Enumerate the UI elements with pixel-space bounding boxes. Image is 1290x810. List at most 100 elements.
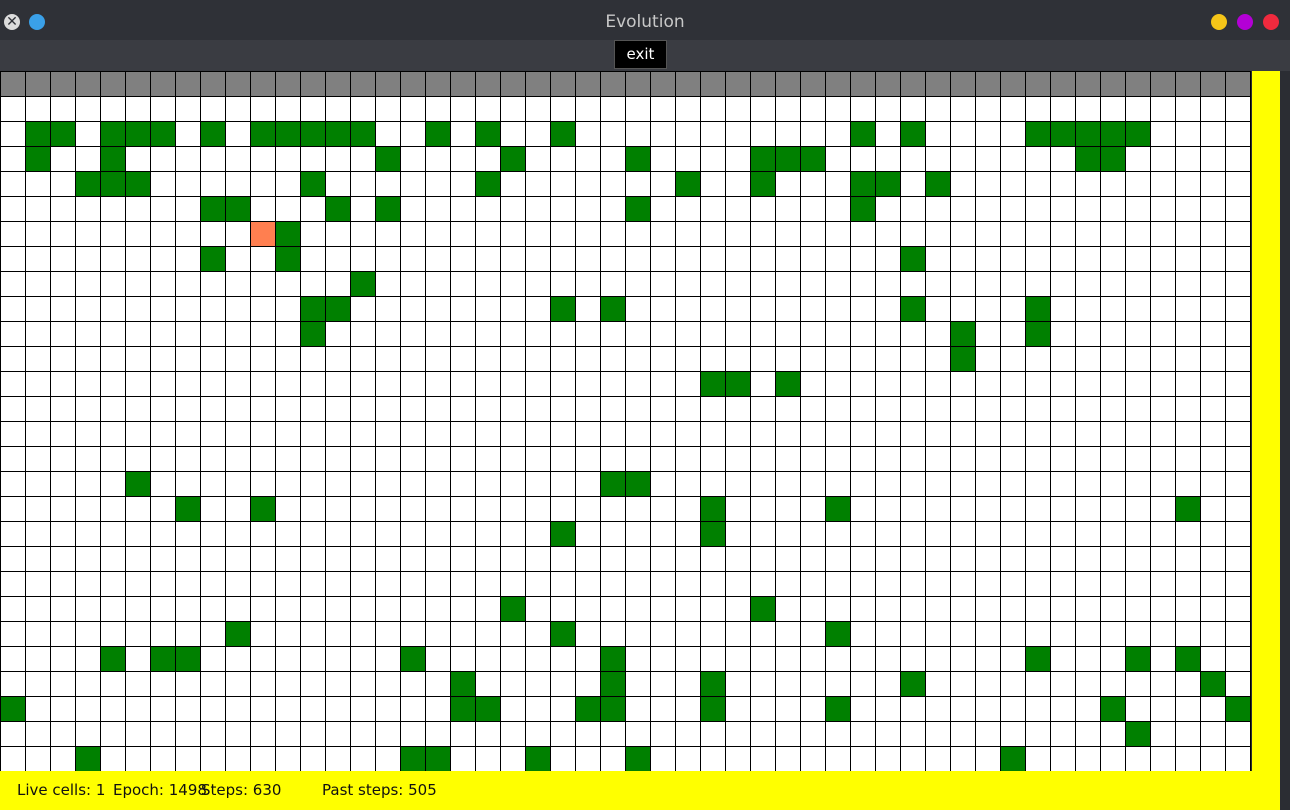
grid-cell[interactable] xyxy=(25,546,51,572)
grid-cell[interactable] xyxy=(350,696,376,722)
grid-cell[interactable] xyxy=(925,296,951,322)
grid-cell[interactable] xyxy=(400,721,426,747)
grid-cell[interactable] xyxy=(825,421,851,447)
grid-cell[interactable] xyxy=(300,621,326,647)
grid-cell[interactable] xyxy=(350,246,376,272)
grid-cell[interactable] xyxy=(1000,171,1026,197)
live-cell[interactable] xyxy=(950,346,976,372)
live-cell[interactable] xyxy=(300,171,326,197)
grid-cell[interactable] xyxy=(1050,371,1076,397)
grid-cell[interactable] xyxy=(0,171,26,197)
live-cell[interactable] xyxy=(25,146,51,172)
live-cell[interactable] xyxy=(625,146,651,172)
live-cell[interactable] xyxy=(550,621,576,647)
grid-cell[interactable] xyxy=(775,646,801,672)
grid-cell[interactable] xyxy=(600,346,626,372)
grid-cell[interactable] xyxy=(1175,671,1201,697)
grid-cell[interactable] xyxy=(0,521,26,547)
grid-cell[interactable] xyxy=(1200,621,1226,647)
grid-cell[interactable] xyxy=(925,271,951,297)
grid-cell[interactable] xyxy=(550,671,576,697)
grid-cell[interactable] xyxy=(600,746,626,772)
grid-cell[interactable] xyxy=(750,296,776,322)
grid-cell[interactable] xyxy=(600,371,626,397)
grid-cell[interactable] xyxy=(50,596,76,622)
grid-cell[interactable] xyxy=(500,396,526,422)
grid-cell[interactable] xyxy=(100,746,126,772)
live-cell[interactable] xyxy=(325,196,351,222)
grid-cell[interactable] xyxy=(400,521,426,547)
grid-cell[interactable] xyxy=(250,671,276,697)
grid-cell[interactable] xyxy=(1150,321,1176,347)
grid-cell[interactable] xyxy=(1000,271,1026,297)
grid-cell[interactable] xyxy=(200,446,226,472)
live-cell[interactable] xyxy=(275,121,301,147)
grid-cell[interactable] xyxy=(975,571,1001,597)
grid-cell[interactable] xyxy=(375,121,401,147)
grid-cell[interactable] xyxy=(925,521,951,547)
grid-cell[interactable] xyxy=(850,221,876,247)
grid-cell[interactable] xyxy=(750,646,776,672)
grid-cell[interactable] xyxy=(750,446,776,472)
grid-cell[interactable] xyxy=(950,496,976,522)
grid-cell[interactable] xyxy=(925,346,951,372)
grid-cell[interactable] xyxy=(100,571,126,597)
grid-cell[interactable] xyxy=(550,546,576,572)
grid-cell[interactable] xyxy=(675,571,701,597)
live-cell[interactable] xyxy=(225,621,251,647)
grid-cell[interactable] xyxy=(575,396,601,422)
grid-cell[interactable] xyxy=(950,721,976,747)
grid-cell[interactable] xyxy=(675,671,701,697)
border-cell[interactable] xyxy=(100,71,126,97)
grid-cell[interactable] xyxy=(875,96,901,122)
grid-cell[interactable] xyxy=(1225,671,1251,697)
grid-cell[interactable] xyxy=(350,421,376,447)
exit-button[interactable]: exit xyxy=(614,40,667,69)
grid-cell[interactable] xyxy=(1150,446,1176,472)
grid-cell[interactable] xyxy=(975,296,1001,322)
grid-cell[interactable] xyxy=(275,646,301,672)
grid-cell[interactable] xyxy=(125,396,151,422)
grid-cell[interactable] xyxy=(750,96,776,122)
grid-cell[interactable] xyxy=(975,321,1001,347)
grid-cell[interactable] xyxy=(525,221,551,247)
grid-cell[interactable] xyxy=(525,296,551,322)
grid-cell[interactable] xyxy=(1000,346,1026,372)
grid-cell[interactable] xyxy=(475,671,501,697)
grid-cell[interactable] xyxy=(1050,321,1076,347)
grid-cell[interactable] xyxy=(875,296,901,322)
grid-cell[interactable] xyxy=(800,296,826,322)
grid-cell[interactable] xyxy=(425,521,451,547)
grid-cell[interactable] xyxy=(1200,171,1226,197)
grid-cell[interactable] xyxy=(950,296,976,322)
live-cell[interactable] xyxy=(50,121,76,147)
grid-cell[interactable] xyxy=(75,496,101,522)
grid-cell[interactable] xyxy=(200,271,226,297)
grid-cell[interactable] xyxy=(975,196,1001,222)
grid-cell[interactable] xyxy=(1175,471,1201,497)
grid-cell[interactable] xyxy=(100,246,126,272)
grid-cell[interactable] xyxy=(1225,371,1251,397)
grid-cell[interactable] xyxy=(725,121,751,147)
grid-cell[interactable] xyxy=(775,221,801,247)
live-cell[interactable] xyxy=(475,171,501,197)
grid-cell[interactable] xyxy=(75,621,101,647)
grid-cell[interactable] xyxy=(350,196,376,222)
grid-cell[interactable] xyxy=(1175,146,1201,172)
grid-cell[interactable] xyxy=(900,96,926,122)
grid-cell[interactable] xyxy=(150,246,176,272)
grid-cell[interactable] xyxy=(950,246,976,272)
grid-cell[interactable] xyxy=(625,546,651,572)
grid-cell[interactable] xyxy=(275,296,301,322)
grid-cell[interactable] xyxy=(450,321,476,347)
grid-cell[interactable] xyxy=(150,146,176,172)
grid-cell[interactable] xyxy=(1000,421,1026,447)
grid-cell[interactable] xyxy=(175,446,201,472)
grid-cell[interactable] xyxy=(875,346,901,372)
grid-cell[interactable] xyxy=(1100,271,1126,297)
grid-cell[interactable] xyxy=(400,146,426,172)
grid-cell[interactable] xyxy=(1200,346,1226,372)
grid-cell[interactable] xyxy=(475,321,501,347)
border-cell[interactable] xyxy=(50,71,76,97)
grid-cell[interactable] xyxy=(475,221,501,247)
